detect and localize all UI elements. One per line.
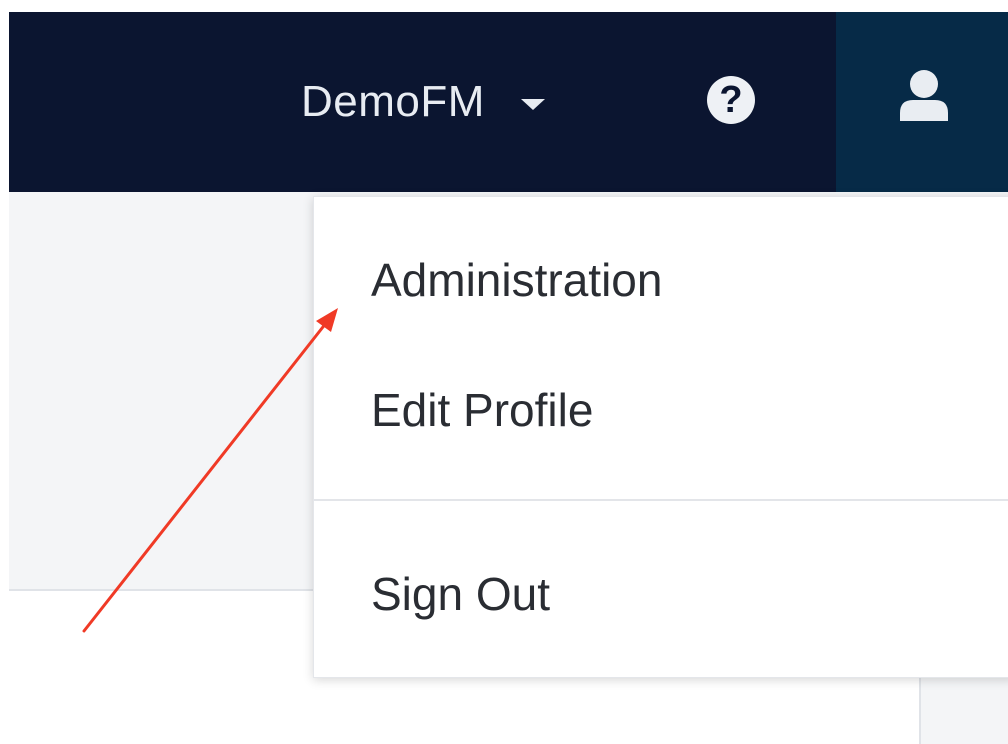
caret-down-icon xyxy=(520,98,545,110)
question-circle-icon[interactable]: ? xyxy=(707,76,755,124)
org-switcher[interactable]: DemoFM xyxy=(301,12,545,192)
menu-item-administration[interactable]: Administration xyxy=(371,253,662,307)
panel-border xyxy=(919,676,921,744)
org-name: DemoFM xyxy=(301,77,485,126)
user-dropdown-menu: Administration Edit Profile Sign Out xyxy=(313,196,1008,678)
menu-item-edit-profile[interactable]: Edit Profile xyxy=(371,383,593,437)
top-strip xyxy=(0,0,1008,12)
top-navbar: DemoFM ? xyxy=(9,12,1008,192)
user-menu-button[interactable] xyxy=(836,12,1008,192)
left-edge xyxy=(0,0,9,744)
user-icon xyxy=(900,70,948,121)
menu-divider xyxy=(314,499,1008,501)
menu-item-sign-out[interactable]: Sign Out xyxy=(371,567,550,621)
